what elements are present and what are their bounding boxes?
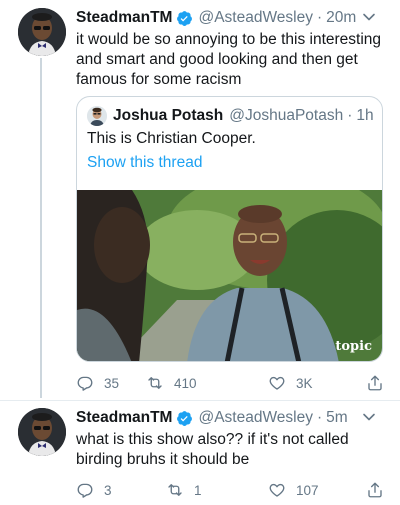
quoted-tweet-header: Joshua Potash @JoshuaPotash · 1h	[87, 105, 374, 127]
like-button[interactable]: 107	[268, 479, 319, 501]
reply-button[interactable]: 3	[76, 479, 112, 501]
reply-icon	[77, 483, 93, 498]
verified-badge-icon	[176, 410, 193, 427]
display-name[interactable]: SteadmanTM	[76, 9, 172, 27]
tweet[interactable]: SteadmanTM @AsteadWesley · 20m it would …	[0, 0, 400, 400]
video-watermark: topic	[335, 339, 372, 354]
quoted-tweet-text: This is Christian Cooper.	[87, 130, 256, 147]
separator-dot: ·	[317, 9, 323, 26]
handle[interactable]: @AsteadWesley	[198, 409, 313, 427]
tweet-text: what is this show also?? if it's not cal…	[76, 431, 349, 468]
avatar[interactable]	[18, 8, 66, 56]
chevron-down-icon[interactable]	[362, 410, 376, 424]
share-icon	[368, 375, 382, 391]
like-count: 3K	[296, 375, 313, 391]
quoted-handle[interactable]: @JoshuaPotash	[229, 107, 343, 125]
reply-button[interactable]: 35	[76, 372, 119, 394]
show-thread-link[interactable]: Show this thread	[87, 154, 202, 172]
retweet-icon	[168, 484, 182, 496]
tweet-text: it would be so annoying to be this inter…	[76, 31, 382, 88]
retweet-icon	[148, 377, 162, 389]
timestamp[interactable]: 5m	[326, 409, 348, 427]
reply-icon	[77, 376, 93, 391]
retweet-count: 410	[174, 375, 197, 391]
verified-badge-icon	[176, 10, 193, 27]
reply-count: 35	[104, 375, 120, 391]
reply-count: 3	[104, 482, 112, 498]
share-button[interactable]	[366, 372, 384, 394]
quoted-timestamp[interactable]: 1h	[356, 107, 373, 125]
quoted-display-name[interactable]: Joshua Potash	[113, 107, 223, 125]
retweet-count: 1	[194, 482, 202, 498]
tweet-actions: 35 410 3K	[76, 372, 386, 394]
tweet[interactable]: SteadmanTM @AsteadWesley · 5m what is th…	[0, 400, 400, 505]
like-count: 107	[296, 482, 319, 498]
quoted-tweet[interactable]: Joshua Potash @JoshuaPotash · 1h This is…	[76, 96, 383, 362]
tweet-header: SteadmanTM @AsteadWesley · 5m	[76, 407, 390, 429]
retweet-button[interactable]: 410	[146, 372, 197, 394]
heart-icon	[269, 376, 285, 390]
share-button[interactable]	[366, 479, 384, 501]
chevron-down-icon[interactable]	[362, 10, 376, 24]
display-name[interactable]: SteadmanTM	[76, 409, 172, 427]
retweet-button[interactable]: 1	[166, 479, 202, 501]
handle[interactable]: @AsteadWesley	[198, 9, 313, 27]
separator-dot: ·	[347, 107, 353, 124]
heart-icon	[269, 483, 285, 497]
like-button[interactable]: 3K	[268, 372, 313, 394]
timestamp[interactable]: 20m	[326, 9, 356, 27]
avatar[interactable]	[18, 408, 66, 456]
tweet-header: SteadmanTM @AsteadWesley · 20m	[76, 7, 390, 29]
quoted-avatar[interactable]	[87, 106, 107, 126]
video-thumbnail[interactable]: topic	[77, 190, 382, 361]
share-icon	[368, 482, 382, 498]
thread-line	[40, 58, 42, 398]
separator-dot: ·	[317, 409, 323, 426]
tweet-actions: 3 1 107	[76, 479, 386, 501]
